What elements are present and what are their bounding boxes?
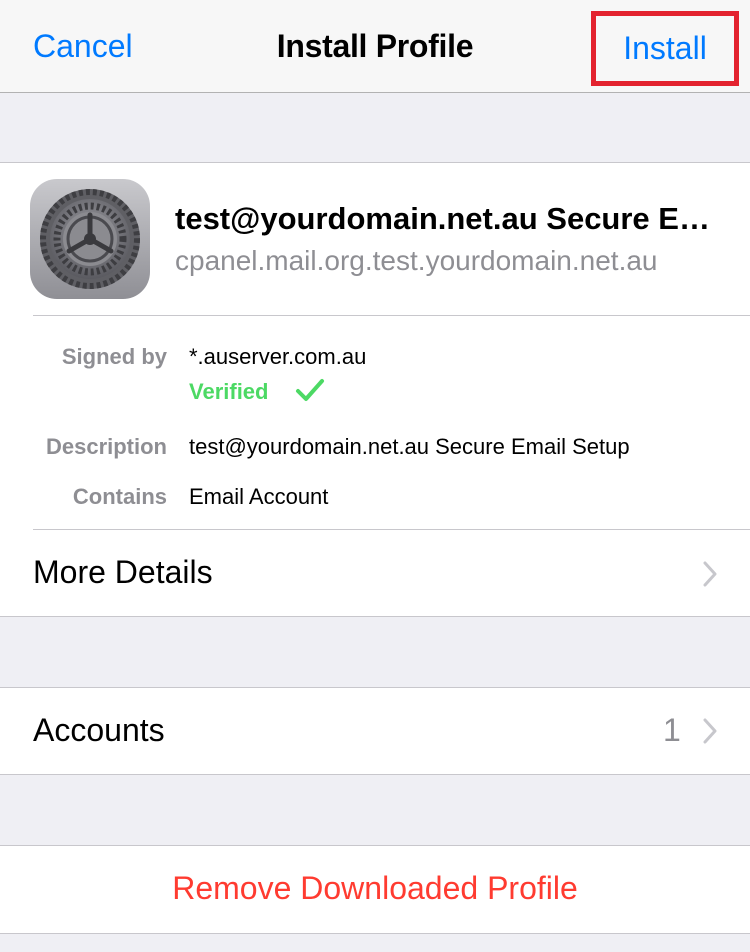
profile-host: cpanel.mail.org.test.yourdomain.net.au	[175, 245, 658, 276]
checkmark-icon	[296, 379, 324, 401]
description-value: test@yourdomain.net.au Secure Email Setu…	[189, 434, 630, 459]
accounts-label: Accounts	[33, 712, 165, 748]
more-details-row[interactable]: More Details	[0, 530, 750, 617]
install-button[interactable]: Install	[591, 11, 739, 86]
remove-downloaded-profile-button[interactable]: Remove Downloaded Profile	[0, 870, 750, 907]
profile-name: test@yourdomain.net.au Secure Email Setu…	[175, 201, 725, 236]
cancel-button[interactable]: Cancel	[33, 28, 133, 65]
verified-label: Verified	[189, 379, 269, 404]
signed-by-value: *.auserver.com.au	[189, 344, 367, 369]
settings-gear-icon	[30, 179, 150, 299]
profile-card: test@yourdomain.net.au Secure Email Setu…	[0, 162, 750, 617]
remove-profile-card: Remove Downloaded Profile	[0, 845, 750, 934]
navigation-bar: Cancel Install Profile Install	[0, 0, 750, 93]
more-details-label: More Details	[33, 554, 213, 590]
signed-by-label: Signed by	[61, 344, 167, 369]
contains-label: Contains	[72, 484, 167, 509]
accounts-row[interactable]: Accounts 1	[0, 687, 750, 775]
description-label: Description	[45, 434, 167, 459]
chevron-right-icon	[703, 561, 717, 587]
accounts-count: 1	[663, 712, 681, 748]
divider	[33, 315, 750, 316]
chevron-right-icon	[703, 718, 717, 744]
contains-value: Email Account	[189, 484, 329, 509]
